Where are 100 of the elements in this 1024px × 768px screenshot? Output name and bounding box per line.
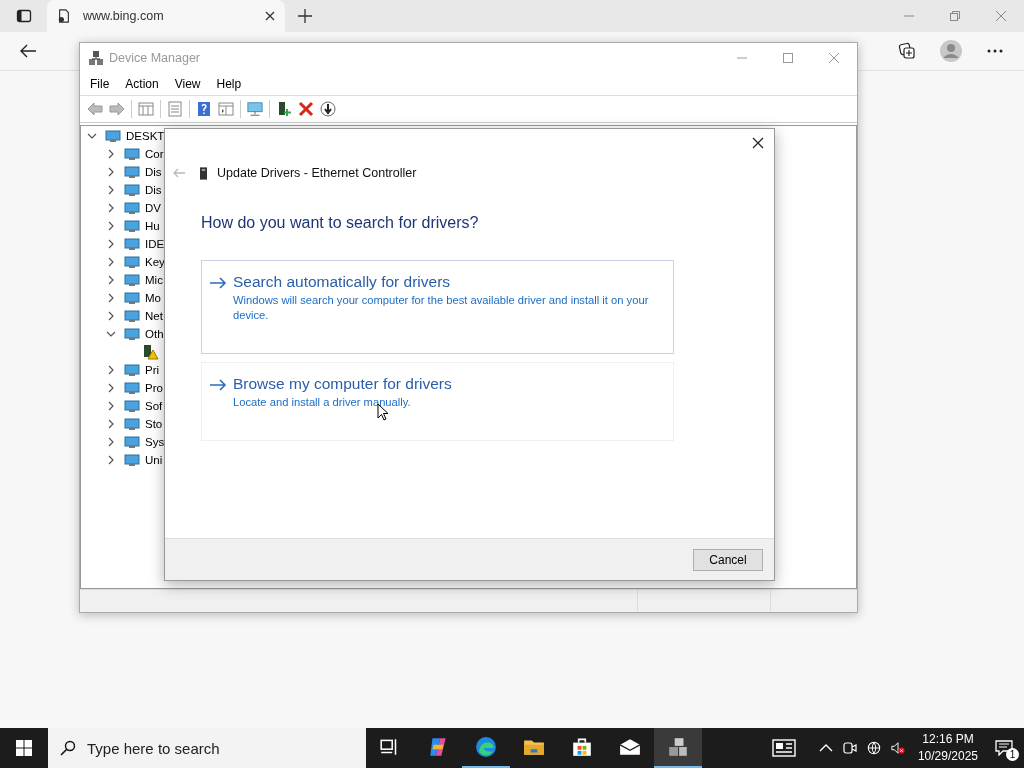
notification-button[interactable]: 1	[984, 728, 1024, 768]
chevron-icon[interactable]	[106, 149, 116, 159]
chevron-icon[interactable]	[106, 167, 116, 177]
volume-muted-icon[interactable]	[890, 741, 905, 755]
clock-time[interactable]: 12:16 PM	[922, 731, 974, 748]
tree-item[interactable]: Dis	[145, 184, 162, 196]
camera-icon[interactable]	[842, 741, 857, 755]
device-icon	[124, 272, 140, 288]
chevron-icon[interactable]	[106, 293, 116, 303]
tree-item[interactable]: Sof	[145, 400, 163, 412]
chevron-icon[interactable]	[106, 257, 116, 267]
chevron-icon[interactable]	[106, 185, 116, 195]
option-title: Search automatically for drivers	[233, 273, 452, 291]
device-icon	[124, 290, 140, 306]
tab-title: www.bing.com	[83, 9, 165, 23]
globe-icon[interactable]	[866, 741, 881, 755]
device-icon	[124, 218, 140, 234]
option-link[interactable]: Search automatically for drivers Windows will search your computer for the best available driver and install it on your device.	[201, 260, 674, 354]
start-icon[interactable]	[16, 740, 32, 756]
device-icon	[124, 164, 140, 180]
device-icon	[124, 416, 140, 432]
device-icon	[124, 380, 140, 396]
maximize-icon[interactable]	[783, 53, 793, 63]
browser-tab[interactable]: www.bing.com	[47, 0, 285, 32]
chevron-icon[interactable]	[106, 401, 116, 411]
option-description: Locate and install a driver manually.	[233, 395, 412, 410]
chevron-icon[interactable]	[106, 239, 116, 249]
device-icon	[105, 128, 121, 144]
device-icon	[124, 434, 140, 450]
store-icon	[571, 736, 593, 758]
device-icon	[124, 146, 140, 162]
help-icon[interactable]	[196, 101, 212, 117]
chevron-icon[interactable]	[106, 221, 116, 231]
arrow-icon	[209, 277, 227, 289]
tree-item[interactable]: Sto	[145, 418, 163, 430]
device-icon	[124, 182, 140, 198]
notification-count: 1	[1006, 748, 1019, 761]
menu-item[interactable]: Help	[208, 77, 250, 91]
tree-item[interactable]: Hu	[145, 220, 160, 232]
cancel-button[interactable]: Cancel	[693, 548, 763, 571]
chevron-icon[interactable]	[106, 437, 116, 447]
device-icon	[124, 254, 140, 270]
tree-item[interactable]: Uni	[145, 454, 163, 466]
tree-item[interactable]: Dis	[145, 166, 162, 178]
add-driver-icon[interactable]	[276, 101, 292, 117]
close-icon[interactable]	[265, 11, 275, 21]
back-arrow-icon[interactable]	[19, 43, 37, 59]
close-icon[interactable]	[752, 137, 764, 149]
more-icon[interactable]	[986, 49, 1004, 53]
dialog-title: Update Drivers - Ethernet Controller	[217, 166, 417, 180]
tree-item[interactable]: Mo	[145, 292, 161, 304]
chevron-icon[interactable]	[106, 365, 116, 375]
computer-icon	[667, 736, 689, 758]
collections-icon[interactable]	[898, 42, 916, 60]
news-icon[interactable]	[771, 739, 796, 757]
menu-item[interactable]: View	[166, 77, 209, 91]
option-description: Windows will search your computer for the best available driver and install it on your device.	[233, 293, 650, 323]
tree-item[interactable]: Sys	[145, 436, 165, 448]
chevron-icon[interactable]	[106, 383, 116, 393]
clock-date[interactable]: 10/29/2025	[917, 748, 978, 765]
chevron-icon[interactable]	[87, 131, 97, 141]
search-field[interactable]: Type here to search	[48, 728, 366, 768]
menu-item[interactable]: Action	[117, 77, 167, 91]
option-link[interactable]: Browse my computer for drivers Locate and install a driver manually.	[201, 362, 674, 441]
chevron-icon[interactable]	[106, 455, 116, 465]
taskbar-app[interactable]	[654, 728, 702, 768]
tab-actions-icon[interactable]	[16, 8, 32, 24]
chevron-icon[interactable]	[106, 275, 116, 285]
dialog-heading: How do you want to search for drivers?	[201, 214, 480, 232]
tree-item[interactable]: DESKT	[126, 130, 165, 142]
profile-avatar[interactable]	[940, 40, 962, 62]
chevron-icon[interactable]	[106, 419, 116, 429]
chevron-icon[interactable]	[106, 203, 116, 213]
tree-item[interactable]: Pri	[145, 364, 160, 376]
new-tab-icon[interactable]	[298, 9, 312, 23]
search-icon	[60, 740, 76, 756]
computer-icon	[88, 50, 104, 66]
tree-item[interactable]: Pro	[145, 382, 163, 394]
notification-icon	[995, 740, 1013, 756]
menu-item[interactable]: File	[82, 77, 118, 91]
tree-item[interactable]: Key	[145, 256, 165, 268]
tree-item[interactable]: IDE	[145, 238, 165, 250]
chevron-icon[interactable]	[106, 311, 116, 321]
tree-item[interactable]: Cor	[145, 148, 164, 160]
tree-item[interactable]: Mic	[145, 274, 163, 286]
restore-icon[interactable]	[950, 11, 960, 21]
device-icon	[124, 308, 140, 324]
delete-icon[interactable]	[298, 101, 314, 117]
monitor-icon[interactable]	[247, 101, 263, 117]
device-icon	[124, 398, 140, 414]
chevron-icon[interactable]	[106, 329, 116, 339]
tree-item[interactable]: Net	[145, 310, 163, 322]
forward-arrow-icon[interactable]	[109, 101, 125, 117]
page-icon	[57, 8, 71, 24]
copilot-icon	[427, 736, 449, 758]
download-icon[interactable]	[320, 101, 336, 117]
device-icon	[200, 166, 207, 180]
tree-item[interactable]: Oth	[145, 328, 164, 340]
tree-item[interactable]: DV	[145, 202, 161, 214]
device-icon	[124, 200, 140, 216]
